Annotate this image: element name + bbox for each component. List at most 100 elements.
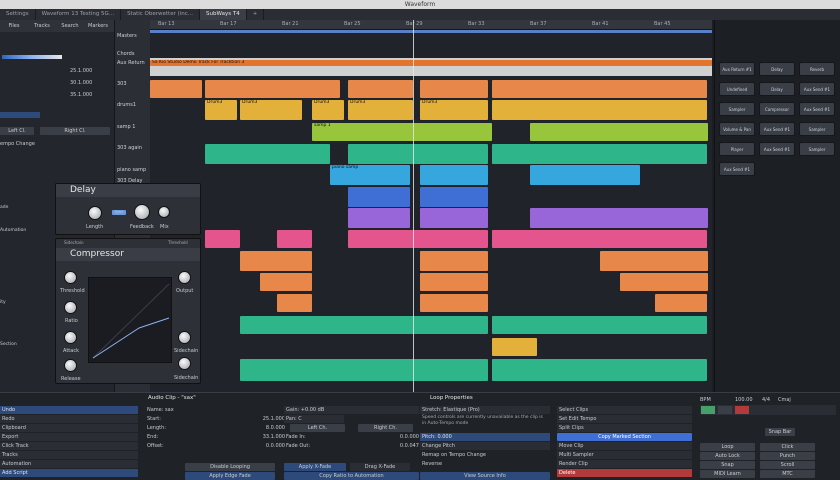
banner-clip[interactable]: Sa Kio Studio Demo Track For Tracktion 3 (150, 60, 712, 66)
clip[interactable] (420, 208, 488, 228)
side-item-fade[interactable]: ade (0, 205, 8, 210)
rack-button[interactable]: Compressor (759, 102, 795, 116)
fade-in-value[interactable]: 0.0.000 (400, 433, 419, 441)
sync-button[interactable]: Sync (112, 210, 126, 215)
gain-field[interactable]: Gain: +0.00 dB (284, 406, 419, 414)
clip[interactable] (492, 230, 707, 248)
side-item-activity[interactable]: ity (0, 300, 6, 305)
track-chords[interactable]: Chords (117, 51, 134, 57)
clip[interactable] (492, 80, 707, 98)
view-source-button[interactable]: View Source Info (420, 472, 550, 480)
track-aux-return[interactable]: Aux Return (117, 60, 145, 66)
apply-edge-fade-button[interactable]: Apply Edge Fade (185, 472, 275, 480)
remap-tempo-toggle[interactable]: Remap on Tempo Change (420, 451, 550, 459)
clip[interactable]: piano samp (330, 165, 410, 185)
sidechain-tab[interactable]: Sidechain (64, 240, 83, 245)
clip[interactable] (620, 273, 708, 291)
clip[interactable] (348, 187, 410, 207)
clipboard-row[interactable]: Clipboard (0, 424, 138, 432)
tab-edit-active[interactable]: SubWays T4 (200, 9, 247, 20)
midi-learn-button[interactable]: MIDI Learn (700, 470, 755, 478)
multi-sampler-row[interactable]: Multi Sampler (557, 451, 692, 459)
ratio-knob[interactable] (64, 301, 77, 314)
clip[interactable] (150, 80, 202, 98)
fade-out-value[interactable]: 0.0.047 (400, 442, 419, 450)
click-track-row[interactable]: Click Track (0, 442, 138, 450)
new-tab-button[interactable]: + (247, 9, 265, 20)
export-row[interactable]: Export (0, 433, 138, 441)
disable-looping-button[interactable]: Disable Looping (185, 463, 275, 471)
field-value[interactable]: 33.1.000 (263, 433, 285, 441)
track-masters[interactable]: Masters (117, 33, 137, 39)
playhead[interactable] (413, 20, 414, 392)
play-button[interactable] (701, 406, 715, 414)
select-clips-row[interactable]: Select Clips (557, 406, 692, 414)
mix-knob[interactable] (158, 206, 170, 218)
clip[interactable] (240, 251, 312, 271)
automation-row[interactable]: Automation (0, 460, 138, 468)
clip[interactable]: samp 1 (312, 123, 492, 141)
time-signature[interactable]: 4/4 (762, 397, 770, 403)
clip[interactable] (277, 294, 312, 312)
loop-range-bar[interactable] (150, 30, 712, 33)
clip[interactable] (530, 208, 708, 228)
rack-button[interactable]: Sampler (799, 122, 835, 136)
files-tab[interactable]: Files (0, 20, 28, 32)
rack-button[interactable]: Undefined (719, 82, 755, 96)
rack-button[interactable]: Aux Send #1 (799, 82, 835, 96)
threshold-tab[interactable]: Threshold (168, 240, 188, 245)
clip[interactable] (205, 80, 340, 98)
reverse-toggle[interactable]: Reverse (420, 460, 550, 468)
clip[interactable] (492, 338, 537, 356)
bpm-value[interactable]: 100.00 (735, 397, 753, 403)
clip[interactable]: Drum3 (205, 100, 237, 120)
left-cl-button[interactable]: Left Cl. (0, 127, 34, 135)
clip[interactable] (492, 316, 707, 334)
stop-button[interactable] (718, 406, 732, 414)
snap-button[interactable]: Snap (700, 461, 755, 469)
clip[interactable]: Drum3 (420, 100, 488, 120)
tab-edit-1[interactable]: Waveform 13 Testing 5G... (36, 9, 122, 20)
sidechain-knob[interactable] (178, 331, 191, 344)
rack-button[interactable]: Delay (759, 82, 795, 96)
rack-button[interactable]: Volume & Pan (719, 122, 755, 136)
track-303[interactable]: 303 (117, 81, 127, 87)
delete-row[interactable]: Delete (557, 469, 692, 477)
punch-button[interactable]: Punch (760, 452, 815, 460)
clip[interactable] (260, 273, 312, 291)
clip[interactable] (420, 165, 488, 185)
track-drums1[interactable]: drums1 (117, 102, 136, 108)
clip[interactable] (530, 165, 640, 185)
clip[interactable] (600, 251, 708, 271)
tab-edit-2[interactable]: Static Oberwetter (inc... (121, 9, 201, 20)
rack-button[interactable]: Aux Send #1 (759, 142, 795, 156)
clip[interactable] (277, 230, 312, 248)
record-button[interactable] (735, 406, 749, 414)
search-tab[interactable]: Search (56, 20, 84, 32)
track-303-again[interactable]: 303 again (117, 145, 142, 151)
tracks-tab[interactable]: Tracks (28, 20, 56, 32)
arrangement-view[interactable]: Sa Kio Studio Demo Track For Tracktion 3… (150, 20, 712, 392)
clip[interactable] (348, 80, 413, 98)
clip[interactable] (655, 294, 707, 312)
clip[interactable]: Drum3 (348, 100, 413, 120)
clip[interactable] (420, 187, 488, 207)
auto-lock-button[interactable]: Auto Lock (700, 452, 755, 460)
clip[interactable]: Drum3 (312, 100, 344, 120)
field-value[interactable]: sax (165, 407, 174, 413)
rack-button[interactable]: Aux Send #1 (759, 122, 795, 136)
length-knob[interactable] (88, 206, 102, 220)
rack-button[interactable]: Aux Return #1 (719, 62, 755, 76)
release-knob[interactable] (64, 359, 77, 372)
field-value[interactable]: 0.0.000 (266, 442, 285, 450)
drag-xfade-toggle[interactable]: Drag X-Fade (350, 463, 410, 471)
move-clip-row[interactable]: Move Clip (557, 442, 692, 450)
clip[interactable] (420, 294, 488, 312)
redo-row[interactable]: Redo (0, 415, 138, 423)
clip[interactable] (420, 80, 488, 98)
field-value[interactable]: 25.1.000 (263, 415, 285, 423)
clip[interactable] (492, 100, 707, 120)
tracks-row[interactable]: Tracks (0, 451, 138, 459)
undo-row[interactable]: Undo (0, 406, 138, 414)
clip[interactable] (205, 230, 240, 248)
